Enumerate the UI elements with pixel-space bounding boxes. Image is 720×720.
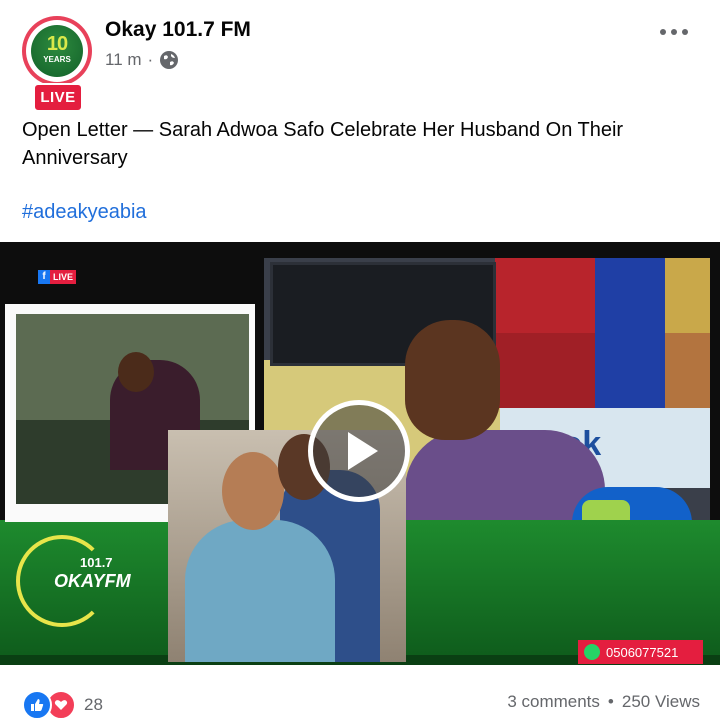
facebook-icon: f xyxy=(38,270,50,284)
avatar-frame: 10 YEARS xyxy=(26,20,88,82)
post-time[interactable]: 11 m xyxy=(105,50,142,70)
post-header: 10 YEARS LIVE Okay 101.7 FM 11 m · xyxy=(0,0,720,112)
page-name[interactable]: Okay 101.7 FM xyxy=(105,18,251,42)
meta-separator: · xyxy=(147,50,154,69)
acoustic-panel xyxy=(665,333,710,408)
inset-presenter-head xyxy=(118,352,154,392)
station-logo: 101.7 OKAYFM xyxy=(10,525,170,635)
more-icon[interactable] xyxy=(658,22,690,42)
couple-woman xyxy=(185,520,335,662)
like-icon xyxy=(22,690,52,720)
phone-number-tag: 0506077521 xyxy=(578,640,703,664)
acoustic-panel xyxy=(595,258,665,408)
views-count: 250 Views xyxy=(621,692,700,711)
acoustic-panel xyxy=(495,258,595,333)
page-avatar[interactable]: 10 YEARS xyxy=(22,16,92,86)
play-triangle xyxy=(348,432,378,470)
post-text: Open Letter — Sarah Adwoa Safo Celebrate… xyxy=(22,119,624,169)
avatar-logo: 10 YEARS xyxy=(31,25,83,77)
woman-head xyxy=(222,452,284,530)
fb-live-text: LIVE xyxy=(52,272,73,282)
avatar-number: 10 xyxy=(46,33,68,55)
presenter-head xyxy=(405,320,500,440)
play-icon[interactable] xyxy=(308,400,410,502)
post-stats: 3 comments • 250 Views xyxy=(507,692,700,712)
globe-icon[interactable] xyxy=(159,50,179,70)
live-badge: LIVE xyxy=(33,83,83,112)
whatsapp-icon xyxy=(584,644,600,660)
post-meta: 11 m · xyxy=(105,50,179,70)
stats-separator: • xyxy=(607,692,614,711)
reactions-summary[interactable]: 28 xyxy=(22,690,103,720)
reaction-count: 28 xyxy=(84,695,103,714)
acoustic-panel xyxy=(665,258,710,333)
acoustic-panel xyxy=(495,333,595,408)
avatar-years: YEARS xyxy=(43,55,71,64)
phone-number: 0506077521 xyxy=(606,644,679,660)
comments-count[interactable]: 3 comments xyxy=(507,692,600,712)
hashtag-link[interactable]: #adeakyeabia xyxy=(22,201,147,224)
logo-name: OKAYFM xyxy=(54,571,131,591)
logo-frequency: 101.7 xyxy=(80,555,113,570)
